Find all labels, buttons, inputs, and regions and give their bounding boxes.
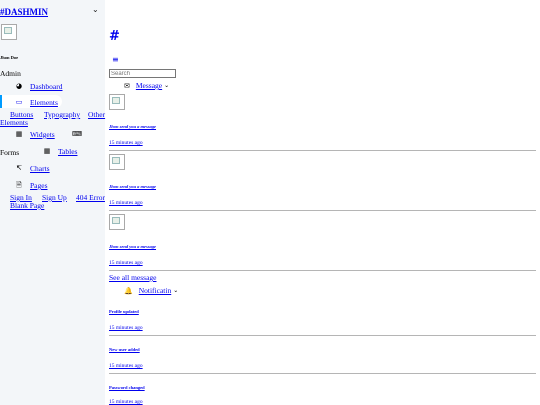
dropdown-divider (109, 335, 536, 336)
sender-avatar (109, 154, 125, 170)
message-item[interactable]: Jhon send you a message 15 minutes ago (109, 154, 536, 211)
dropdown-divider (109, 210, 536, 211)
laptop-icon: ▭ (15, 98, 23, 107)
message-item[interactable]: Jhon send you a message 15 minutes ago (109, 214, 536, 271)
notification-item[interactable]: Password changed 15 minutes ago (109, 384, 536, 405)
sidebar-item-label[interactable]: Tables (58, 147, 77, 156)
dropdown-divider (109, 270, 536, 271)
pages-submenu: Sign In Sign Up 404 Error Blank Page (0, 193, 105, 210)
sidebar-item-widgets[interactable]: ▦ Widgets (14, 130, 55, 139)
sidebar-item-dashboard[interactable]: ◕ Dashboard (14, 82, 63, 91)
chevron-down-icon: ⌄ (164, 82, 170, 89)
notification-item[interactable]: New user added 15 minutes ago (109, 346, 536, 376)
elements-submenu: Buttons Typography Other Elements (0, 110, 105, 127)
submenu-link-blank-page[interactable]: Blank Page (10, 201, 44, 210)
file-icon: 🗎 (16, 181, 22, 190)
message-dropdown-toggle[interactable]: ✉ Message ⌄ (124, 81, 169, 90)
submenu-link-sign-up[interactable]: Sign Up (42, 193, 67, 202)
message-title[interactable]: Jhon send you a message (109, 184, 156, 189)
message-item[interactable]: Jhon send you a message 15 minutes ago (109, 94, 536, 151)
chart-area-icon: ↸ (16, 164, 22, 173)
notification-title[interactable]: New user added (109, 347, 140, 352)
see-all-messages-link[interactable]: See all message (109, 273, 156, 282)
sender-avatar (109, 214, 125, 230)
message-title[interactable]: Jhon send you a message (109, 244, 156, 249)
bell-icon: 🔔 (124, 286, 133, 295)
notification-title[interactable]: Profile updated (109, 309, 139, 314)
sidebar-item-label[interactable]: Widgets (30, 130, 55, 139)
brand-logo[interactable]: #DASHMIN (0, 7, 48, 18)
th-icon: ▦ (15, 130, 23, 139)
navbar-brand-hash[interactable]: # (109, 29, 120, 44)
main-content: # ≡ ✉ Message ⌄ Jhon send you a message … (105, 0, 540, 405)
sidebar-item-tables[interactable]: ▦ Tables (42, 147, 78, 156)
notification-time[interactable]: 15 minutes ago (109, 325, 143, 331)
bars-icon[interactable]: ≡ (112, 55, 119, 64)
message-time[interactable]: 15 minutes ago (109, 140, 143, 146)
sidebar-item-label[interactable]: Pages (30, 181, 48, 190)
message-title[interactable]: Jhon send you a message (109, 124, 156, 129)
dropdown-divider (109, 150, 536, 151)
user-role: Admin (0, 69, 21, 78)
sidebar-item-elements[interactable]: ▭ Elements (14, 98, 58, 107)
user-name: Jhon Doe (0, 55, 19, 60)
sidebar-item-charts[interactable]: ↸ Charts (14, 164, 50, 173)
avatar (1, 24, 17, 40)
message-time[interactable]: 15 minutes ago (109, 260, 143, 266)
sidebar: #DASHMIN ⌄ Jhon Doe Admin ◕ Dashboard ▭ … (0, 0, 105, 405)
submenu-link-other-elements-1[interactable]: Other (88, 110, 105, 119)
notification-time[interactable]: 15 minutes ago (109, 399, 143, 405)
notification-item[interactable]: Profile updated 15 minutes ago (109, 308, 536, 338)
notification-title[interactable]: Password changed (109, 385, 145, 390)
sidebar-item-pages[interactable]: 🗎 Pages (14, 181, 48, 190)
message-time[interactable]: 15 minutes ago (109, 200, 143, 206)
notification-label[interactable]: Notificatin (139, 286, 172, 295)
dropdown-divider (109, 373, 536, 374)
sidebar-item-forms[interactable]: Forms (0, 148, 19, 157)
notification-dropdown-toggle[interactable]: 🔔 Notificatin ⌄ (124, 286, 178, 295)
tachometer-icon: ◕ (15, 82, 23, 91)
submenu-link-typography[interactable]: Typography (44, 110, 80, 119)
table-icon: ▦ (43, 147, 51, 156)
sender-avatar (109, 94, 125, 110)
notification-time[interactable]: 15 minutes ago (109, 363, 143, 369)
sidebar-item-label[interactable]: Elements (30, 98, 58, 107)
submenu-link-other-elements-2[interactable]: Elements (0, 118, 28, 127)
search-input[interactable] (109, 69, 176, 78)
sidebar-item-label[interactable]: Charts (30, 164, 50, 173)
chevron-down-icon: ⌄ (173, 287, 179, 294)
chevron-down-icon[interactable]: ⌄ (92, 5, 99, 15)
keyboard-icon: ⌨ (72, 130, 83, 138)
envelope-icon: ✉ (124, 81, 130, 90)
submenu-link-404-error[interactable]: 404 Error (76, 193, 105, 202)
sidebar-item-label[interactable]: Dashboard (30, 82, 63, 91)
message-label[interactable]: Message (136, 81, 162, 90)
